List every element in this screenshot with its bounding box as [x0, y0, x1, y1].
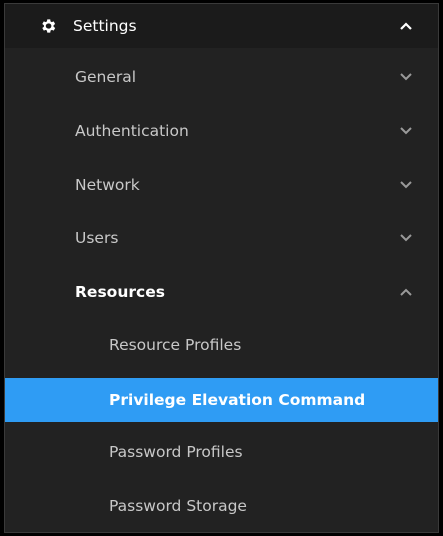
settings-section-header[interactable]: Settings	[5, 4, 438, 48]
submenu-item-label: Password Storage	[109, 497, 247, 515]
menu-item-label: Authentication	[75, 122, 189, 140]
menu-item-authentication[interactable]: Authentication	[5, 109, 438, 153]
menu-item-resources[interactable]: Resources	[5, 270, 438, 314]
chevron-up-icon[interactable]	[400, 22, 412, 30]
chevron-down-icon	[400, 127, 412, 135]
chevron-up-icon	[400, 288, 412, 296]
menu-item-users[interactable]: Users	[5, 216, 438, 260]
menu-item-label: Resources	[75, 283, 165, 301]
menu-item-general[interactable]: General	[5, 55, 438, 99]
chevron-down-icon	[400, 73, 412, 81]
submenu-item-label: Resource Profiles	[109, 336, 242, 354]
submenu-item-resource-profiles[interactable]: Resource Profiles	[5, 323, 438, 367]
menu-item-network[interactable]: Network	[5, 163, 438, 207]
gear-icon	[39, 17, 57, 35]
submenu-item-label: Privilege Elevation Command	[109, 391, 366, 409]
submenu-item-label: Password Profiles	[109, 443, 243, 461]
menu-item-label: General	[75, 68, 137, 86]
submenu-item-password-storage[interactable]: Password Storage	[5, 484, 438, 528]
chevron-down-icon	[400, 234, 412, 242]
settings-label: Settings	[73, 17, 137, 35]
settings-navigation-panel: Settings General Authentication Network …	[4, 3, 439, 533]
menu-item-label: Users	[75, 229, 119, 247]
menu-item-label: Network	[75, 176, 140, 194]
submenu-item-password-profiles[interactable]: Password Profiles	[5, 430, 438, 474]
submenu-item-privilege-elevation-command[interactable]: Privilege Elevation Command	[5, 378, 438, 422]
chevron-down-icon	[400, 181, 412, 189]
